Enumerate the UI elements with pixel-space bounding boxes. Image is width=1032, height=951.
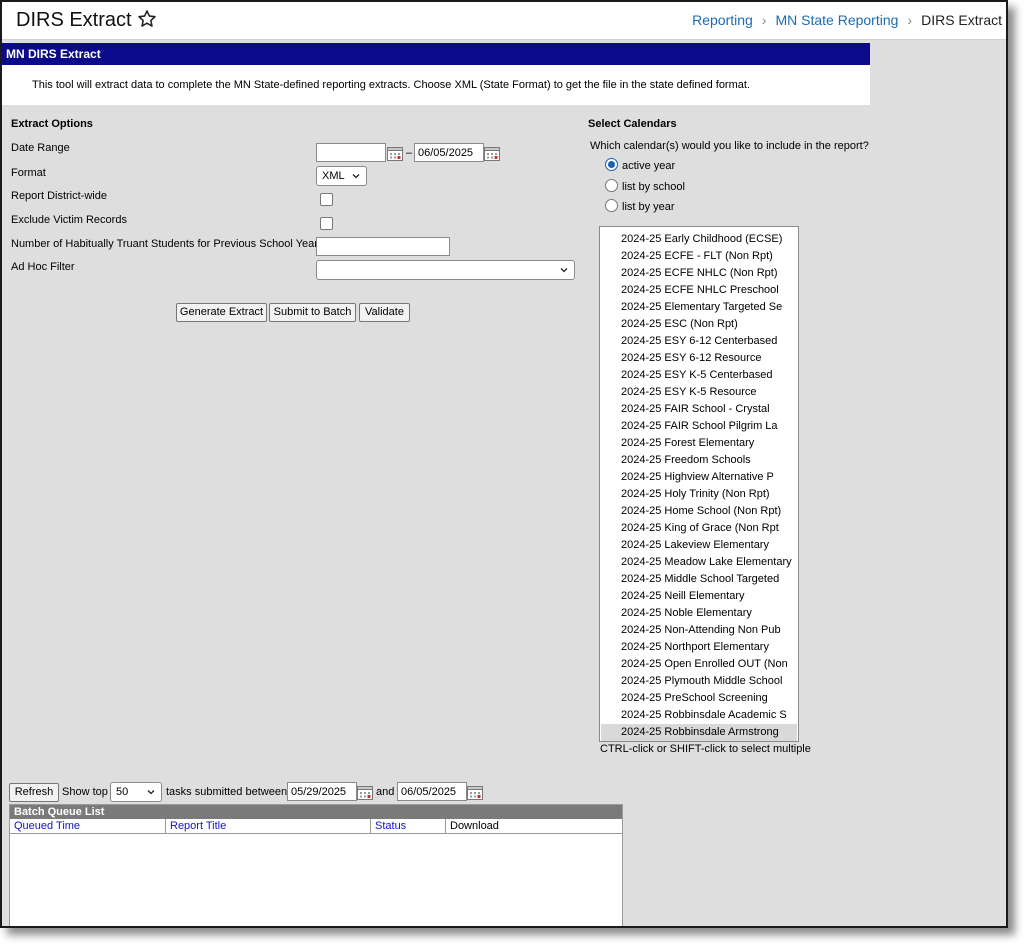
breadcrumb-mn-state-reporting[interactable]: MN State Reporting [775,12,898,28]
calendar-option[interactable]: 2024-25 FAIR School Pilgrim La [601,418,797,435]
calendar-option[interactable]: 2024-25 PreSchool Screening [601,690,797,707]
exclude-victim-checkbox[interactable] [320,217,333,230]
column-queued-time[interactable]: Queued Time [10,819,166,834]
calendar-option[interactable]: 2024-25 ECFE NHLC (Non Rpt) [601,265,797,282]
batch-queue-header-row: Queued Time Report Title Status Download [10,819,622,834]
chevron-down-icon [147,790,155,795]
calendar-option[interactable]: 2024-25 Forest Elementary [601,435,797,452]
calendar-option[interactable]: 2024-25 Holy Trinity (Non Rpt) [601,486,797,503]
page-title: DIRS Extract [16,9,132,31]
breadcrumb-current: DIRS Extract [921,12,1002,28]
district-wide-checkbox[interactable] [320,193,333,206]
calendar-icon[interactable] [484,146,500,161]
calendar-option[interactable]: 2024-25 Robbinsdale Armstrong [601,724,797,741]
generate-extract-button[interactable]: Generate Extract [176,303,267,322]
column-report-title[interactable]: Report Title [166,819,371,834]
calendar-option[interactable]: 2024-25 FAIR School - Crystal [601,401,797,418]
calendar-option[interactable]: 2024-25 Early Childhood (ECSE) [601,231,797,248]
district-wide-label: Report District-wide [11,190,107,202]
calendar-option[interactable]: 2024-25 ESY 6-12 Resource [601,350,797,367]
chevron-down-icon [560,268,568,273]
format-select[interactable]: XML [316,166,367,186]
radio-list-by-year[interactable] [605,199,618,212]
breadcrumb: Reporting › MN State Reporting › DIRS Ex… [692,12,1002,28]
date-separator: – [406,147,413,159]
adhoc-filter-label: Ad Hoc Filter [11,261,75,273]
format-selected-value: XML [322,170,345,182]
star-icon[interactable] [136,8,158,30]
calendar-option[interactable]: 2024-25 ECFE NHLC Preschool [601,282,797,299]
calendar-option[interactable]: 2024-25 Plymouth Middle School [601,673,797,690]
calendar-option[interactable]: 2024-25 ESY 6-12 Centerbased [601,333,797,350]
calendar-icon[interactable] [387,146,403,161]
extract-options-heading: Extract Options [11,118,93,130]
column-download: Download [450,820,499,832]
section-title: MN DIRS Extract [2,43,870,65]
calendar-option[interactable]: 2024-25 Robbinsdale Academic S [601,707,797,724]
calendar-option[interactable]: 2024-25 Middle School Targeted [601,571,797,588]
calendar-option[interactable]: 2024-25 Freedom Schools [601,452,797,469]
radio-list-by-year-label: list by year [622,201,675,213]
description-text: This tool will extract data to complete … [32,79,750,91]
truant-count-input[interactable] [316,237,450,256]
format-label: Format [11,167,46,179]
calendar-option[interactable]: 2024-25 Northport Elementary [601,639,797,656]
show-top-value: 50 [116,786,129,798]
column-status[interactable]: Status [371,819,446,834]
radio-list-by-school[interactable] [605,179,618,192]
batch-queue-title: Batch Queue List [10,805,622,819]
show-top-label: Show top [62,786,108,798]
calendar-option[interactable]: 2024-25 ESY K-5 Resource [601,384,797,401]
adhoc-filter-select[interactable] [316,260,575,280]
calendar-option[interactable]: 2024-25 ESC (Non Rpt) [601,316,797,333]
exclude-victim-label: Exclude Victim Records [11,214,127,226]
description-box: This tool will extract data to complete … [2,65,870,105]
breadcrumb-reporting[interactable]: Reporting [692,12,753,28]
calendar-icon[interactable] [357,785,373,800]
tasks-between-label: tasks submitted between [166,786,288,798]
calendar-icon[interactable] [467,785,483,800]
batch-queue-table: Batch Queue List Queued Time Report Titl… [9,804,623,926]
multi-select-hint: CTRL-click or SHIFT-click to select mult… [600,743,811,755]
refresh-button[interactable]: Refresh [9,783,59,802]
top-bar: DIRS Extract Reporting › MN State Report… [2,2,1006,40]
calendar-option[interactable]: 2024-25 ESY K-5 Centerbased [601,367,797,384]
calendar-option[interactable]: 2024-25 Noble Elementary [601,605,797,622]
batch-from-date-input[interactable] [287,782,357,801]
calendar-option[interactable]: 2024-25 Open Enrolled OUT (Non [601,656,797,673]
calendar-option[interactable]: 2024-25 Home School (Non Rpt) [601,503,797,520]
batch-to-date-input[interactable] [397,782,467,801]
submit-to-batch-button[interactable]: Submit to Batch [269,303,356,322]
chevron-right-icon: › [761,12,767,28]
chevron-down-icon [352,174,360,179]
start-date-input[interactable] [316,143,386,162]
radio-list-by-school-label: list by school [622,181,685,193]
show-top-select[interactable]: 50 [110,782,162,802]
calendar-option[interactable]: 2024-25 King of Grace (Non Rpt [601,520,797,537]
calendar-option[interactable]: 2024-25 Lakeview Elementary [601,537,797,554]
radio-active-year-label: active year [622,160,676,172]
calendar-option[interactable]: 2024-25 Elementary Targeted Se [601,299,797,316]
calendar-option[interactable]: 2024-25 Non-Attending Non Pub [601,622,797,639]
end-date-input[interactable] [414,143,484,162]
calendar-listbox[interactable]: 2024-25 Early Childhood (ECSE) 2024-25 EC… [599,226,799,742]
radio-active-year[interactable] [605,158,618,171]
calendar-question: Which calendar(s) would you like to incl… [590,140,869,152]
calendar-option[interactable]: 2024-25 Neill Elementary [601,588,797,605]
select-calendars-heading: Select Calendars [588,118,677,130]
chevron-right-icon: › [907,12,913,28]
calendar-option[interactable]: 2024-25 ECFE - FLT (Non Rpt) [601,248,797,265]
calendar-option[interactable]: 2024-25 Meadow Lake Elementary [601,554,797,571]
app-window: DIRS Extract Reporting › MN State Report… [0,0,1008,928]
validate-button[interactable]: Validate [359,303,410,322]
date-range-label: Date Range [11,142,70,154]
truant-label: Number of Habitually Truant Students for… [11,238,318,250]
calendar-option[interactable]: 2024-25 Highview Alternative P [601,469,797,486]
and-label: and [376,786,395,798]
